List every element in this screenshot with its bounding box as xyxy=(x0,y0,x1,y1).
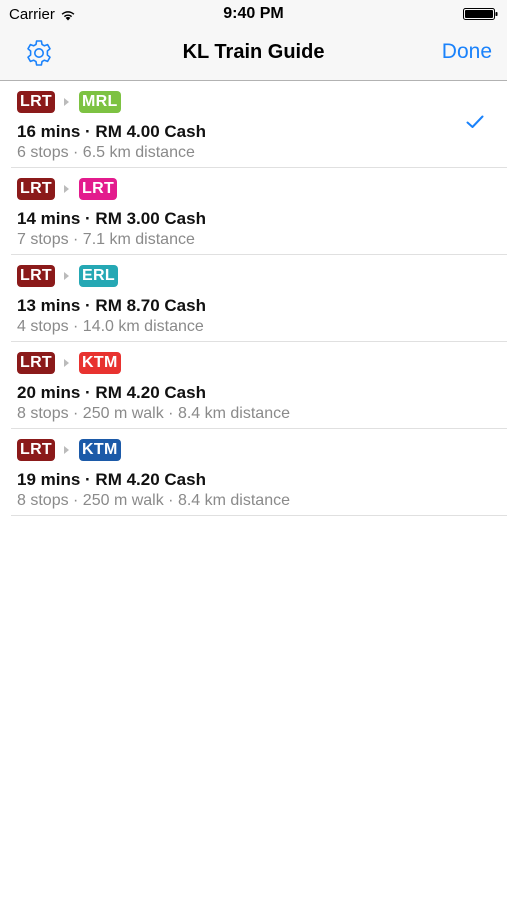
from-line-badge: LRT xyxy=(17,265,56,287)
from-line-badge: LRT xyxy=(17,178,56,200)
line-badges: LRT MRL xyxy=(17,91,121,113)
route-details: 8 stops · 250 m walk · 8.4 km distance xyxy=(17,405,290,422)
transfer-arrow-icon xyxy=(64,98,70,106)
to-line-badge: LRT xyxy=(79,178,118,200)
route-summary: 20 mins · RM 4.20 Cash xyxy=(17,383,206,402)
route-details: 8 stops · 250 m walk · 8.4 km distance xyxy=(17,492,290,509)
status-bar: Carrier 9:40 PM xyxy=(0,0,507,30)
to-line-badge: MRL xyxy=(79,91,121,113)
transfer-arrow-icon xyxy=(64,359,70,367)
route-row[interactable]: LRT KTM 20 mins · RM 4.20 Cash 8 stops · 25… xyxy=(11,342,507,429)
checkmark-icon xyxy=(466,115,484,128)
route-details: 7 stops · 7.1 km distance xyxy=(17,231,195,248)
done-button[interactable]: Done xyxy=(442,40,492,64)
battery-icon xyxy=(463,8,498,20)
line-badges: LRT ERL xyxy=(17,265,118,287)
route-summary: 19 mins · RM 4.20 Cash xyxy=(17,470,206,489)
from-line-badge: LRT xyxy=(17,91,56,113)
line-badges: LRT KTM xyxy=(17,352,121,374)
page-title: KL Train Guide xyxy=(182,41,325,63)
route-summary: 16 mins · RM 4.00 Cash xyxy=(17,122,206,141)
to-line-badge: KTM xyxy=(79,352,121,374)
to-line-badge: ERL xyxy=(79,265,118,287)
route-row[interactable]: LRT LRT 14 mins · RM 3.00 Cash 7 stops · 7.… xyxy=(11,168,507,255)
transfer-arrow-icon xyxy=(64,185,70,193)
line-badges: LRT KTM xyxy=(17,439,121,461)
transfer-arrow-icon xyxy=(64,272,70,280)
from-line-badge: LRT xyxy=(17,439,56,461)
route-row[interactable]: LRT KTM 19 mins · RM 4.20 Cash 8 stops · 25… xyxy=(11,429,507,516)
transfer-arrow-icon xyxy=(64,446,70,454)
from-line-badge: LRT xyxy=(17,352,56,374)
route-details: 4 stops · 14.0 km distance xyxy=(17,318,204,335)
status-time: 9:40 PM xyxy=(223,5,284,22)
to-line-badge: KTM xyxy=(79,439,121,461)
route-row[interactable]: LRT ERL 13 mins · RM 8.70 Cash 4 stops · 14… xyxy=(11,255,507,342)
route-summary: 13 mins · RM 8.70 Cash xyxy=(17,296,206,315)
route-row[interactable]: LRT MRL 16 mins · RM 4.00 Cash 6 stops · 6.… xyxy=(11,81,507,168)
route-details: 6 stops · 6.5 km distance xyxy=(17,144,195,161)
route-list: LRT MRL 16 mins · RM 4.00 Cash 6 stops · 6.… xyxy=(0,81,507,516)
line-badges: LRT LRT xyxy=(17,178,118,200)
navigation-bar: KL Train Guide Done xyxy=(0,30,507,81)
route-summary: 14 mins · RM 3.00 Cash xyxy=(17,209,206,228)
